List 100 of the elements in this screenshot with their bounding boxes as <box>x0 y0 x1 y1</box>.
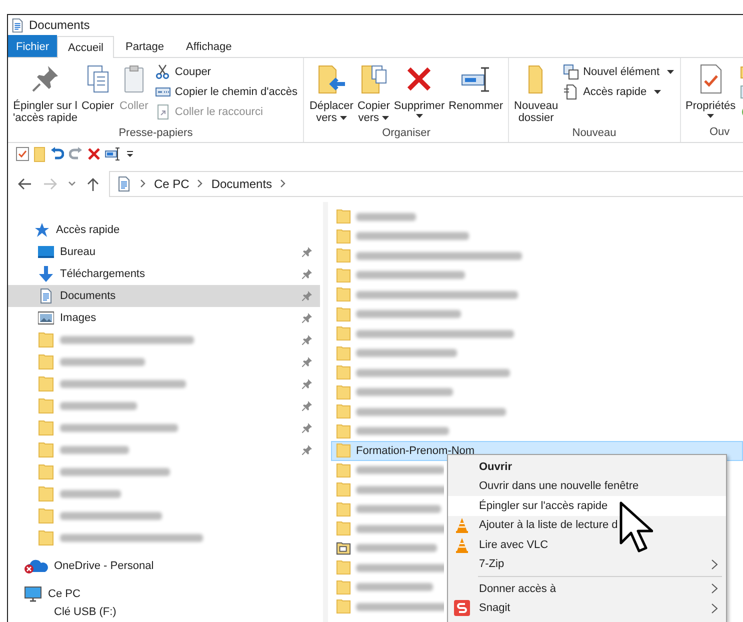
folder-icon <box>38 486 54 502</box>
chevron-down-icon[interactable] <box>68 180 76 186</box>
folder-icon <box>336 306 351 322</box>
mouse-pointer-icon <box>619 501 653 553</box>
menu-item[interactable]: Snagit <box>448 598 726 618</box>
folder-icon <box>336 560 351 576</box>
desktop-icon <box>38 244 54 260</box>
pin-to-quick-access-button[interactable]: Épingler sur l 'accès rapide <box>11 61 80 126</box>
menu-item[interactable]: Donner accès à <box>448 579 726 598</box>
window-title: Documents <box>29 18 90 32</box>
nav-item[interactable]: Accès rapide <box>8 219 320 241</box>
folder-icon <box>336 384 351 400</box>
blurred-label <box>356 212 416 221</box>
breadcrumb-item[interactable]: Ce PC <box>154 176 190 190</box>
nav-item[interactable]: OneDrive - Personal <box>8 555 320 577</box>
folder-icon <box>336 287 351 302</box>
nav-item[interactable]: Documents <box>8 285 320 307</box>
move-to-button[interactable]: Déplacer vers <box>307 61 356 126</box>
rename-icon[interactable] <box>105 147 121 161</box>
folder-icon <box>38 420 54 436</box>
document-icon <box>38 288 54 304</box>
back-icon[interactable] <box>18 178 32 190</box>
folder-icon <box>336 580 351 595</box>
folder-icon <box>336 346 351 361</box>
folder-icon <box>38 332 54 348</box>
star-icon <box>34 222 50 238</box>
folder-icon <box>336 268 351 283</box>
group-label: Organiser <box>381 126 432 141</box>
snagit-icon <box>454 600 470 616</box>
up-arrow-icon[interactable] <box>87 176 99 190</box>
folder-icon <box>336 404 351 420</box>
nav-item[interactable]: Bureau <box>8 241 320 263</box>
easy-access-button[interactable]: Accès rapide <box>560 82 677 102</box>
properties-button[interactable]: Propriétés <box>684 61 738 120</box>
address-field[interactable]: Ce PC Documents <box>109 170 743 196</box>
copy-path-button[interactable]: Copier le chemin d'accès <box>152 82 300 102</box>
cut-button[interactable]: Couper <box>152 62 300 82</box>
new-folder-button[interactable]: Nouveau dossier <box>512 61 560 126</box>
properties-icon[interactable] <box>16 147 29 161</box>
folder-icon <box>336 482 351 498</box>
copy-to-button[interactable]: Copier vers <box>355 61 392 126</box>
folder-icon <box>38 398 54 414</box>
document-icon <box>116 176 132 192</box>
folder-icon <box>336 248 351 264</box>
folder-icon <box>38 354 54 370</box>
folder-icon <box>336 424 351 439</box>
chevron-right-icon <box>197 179 204 188</box>
folder-icon <box>336 540 351 556</box>
cloud-icon <box>24 558 48 574</box>
folder-icon <box>336 599 351 614</box>
cone-icon <box>454 517 470 534</box>
customize-toolbar-icon[interactable] <box>126 150 134 158</box>
ribbon-tab[interactable]: Accueil <box>57 36 114 58</box>
shortcut-icon <box>154 104 171 120</box>
rename-button[interactable]: Renommer <box>446 61 506 114</box>
forward-icon[interactable] <box>43 178 57 190</box>
folder-icon <box>38 530 54 546</box>
document-icon <box>10 18 25 32</box>
blurred-label <box>60 490 121 498</box>
folder-icon <box>38 376 54 392</box>
folder-icon <box>336 228 351 244</box>
menu-item[interactable]: 7-Zip <box>448 554 726 574</box>
page-icon <box>563 84 580 100</box>
folder-icon <box>336 365 351 380</box>
nav-item[interactable]: Téléchargements <box>8 263 320 285</box>
menu-item[interactable]: Ouvrir dans une nouvelle fenêtre <box>448 476 726 496</box>
undo-icon[interactable] <box>50 147 64 161</box>
new-item-icon <box>563 64 580 80</box>
group-label: Presse-papiers <box>118 126 194 141</box>
copy-button[interactable]: Copier <box>79 61 116 114</box>
nav-item[interactable]: Clé USB (F:) <box>8 606 320 621</box>
folder-icon <box>38 442 54 458</box>
folder-icon <box>336 502 351 517</box>
ribbon-tab[interactable]: Affichage <box>175 36 243 57</box>
delete-icon[interactable] <box>88 148 100 160</box>
nav-item[interactable]: Ce PC <box>8 583 320 605</box>
folder-icon <box>336 209 351 224</box>
breadcrumb-item[interactable]: Documents <box>211 176 272 190</box>
nav-item[interactable]: Images <box>8 307 320 329</box>
picture-icon <box>38 310 54 326</box>
chevron-right-icon <box>280 179 286 188</box>
down-arrow-icon <box>38 266 54 282</box>
file-tab[interactable]: Fichier <box>8 35 58 57</box>
new-item-button[interactable]: Nouvel élément <box>560 62 677 82</box>
folder-icon <box>38 464 54 480</box>
blurred-label <box>60 446 129 454</box>
cone-icon <box>454 536 470 553</box>
ribbon-tab[interactable]: Partage <box>114 36 176 57</box>
monitor-icon <box>24 586 42 602</box>
folder-icon[interactable] <box>34 146 45 162</box>
folder-icon <box>38 508 54 524</box>
redo-icon[interactable] <box>69 147 83 161</box>
folder-icon <box>336 443 351 458</box>
group-label: Nouveau <box>571 126 618 141</box>
folder-icon <box>336 326 351 342</box>
menu-item[interactable]: Épingler sur l'accès rapide <box>448 496 726 516</box>
chevron-right-icon <box>140 179 146 188</box>
group-label: Ouv <box>708 125 731 140</box>
delete-button[interactable]: Supprimer <box>392 61 447 120</box>
folder-icon <box>336 462 351 478</box>
